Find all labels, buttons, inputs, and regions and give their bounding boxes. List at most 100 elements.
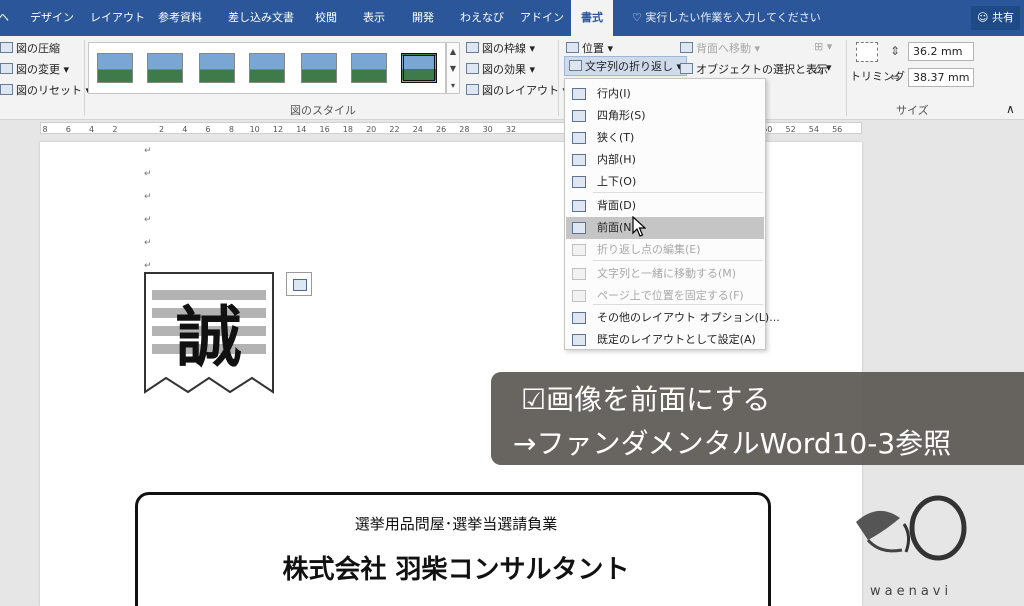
tutorial-caption: ☑画像を前面にする →ファンダメンタルWord10-3参照 xyxy=(491,372,1024,465)
wrap-menu-label: 行内(I) xyxy=(597,87,631,100)
caption-line2: →ファンダメンタルWord10-3参照 xyxy=(513,427,952,460)
wrap-menu-item[interactable]: 狭く(T) xyxy=(566,127,764,149)
wrap-menu-label: 文字列と一緒に移動する(M) xyxy=(597,267,737,280)
style-thumbnail-selected[interactable] xyxy=(401,53,437,83)
tab-item[interactable]: 開発 xyxy=(412,0,434,36)
wrap-option-icon xyxy=(572,222,586,234)
wrap-option-icon xyxy=(572,88,586,100)
business-subtitle: 選挙用品問屋･選挙当選請負業 xyxy=(354,515,558,533)
wrap-menu-item: 文字列と一緒に移動する(M) xyxy=(566,263,764,285)
wrap-menu-label: その他のレイアウト オプション(L)... xyxy=(597,311,780,324)
gallery-scroll[interactable]: ▲ ▼ ▾ xyxy=(446,42,460,94)
ruler-number: 8 xyxy=(42,125,48,134)
wrap-menu-item: ページ上で位置を固定する(F) xyxy=(566,285,764,307)
bring-forward-button[interactable]: 背面へ移動 ▾ xyxy=(680,40,760,56)
layout-options-button[interactable] xyxy=(286,272,312,296)
tab-item[interactable]: アドイン xyxy=(520,0,564,36)
ruler-number: 20 xyxy=(366,125,377,134)
style-thumbnail[interactable] xyxy=(199,53,235,83)
picture-border-button[interactable]: 図の枠線 ▾ xyxy=(466,40,535,56)
style-thumbnail[interactable] xyxy=(97,53,133,83)
tab-item[interactable]: 校閲 xyxy=(315,0,337,36)
style-thumbnail[interactable] xyxy=(147,53,183,83)
position-button[interactable]: 位置 ▾ xyxy=(566,40,613,56)
tell-me-search[interactable]: ♡ 実行したい作業を入力してください xyxy=(632,0,821,36)
wrap-menu-item[interactable]: 前面(N) xyxy=(566,217,764,239)
ribbon-format: 図の圧縮 図の変更 ▾ 図のリセット ▾ ▲ ▼ ▾ 図のスタイル 図の枠線 ▾ 図… xyxy=(0,36,1024,120)
tab-format[interactable]: 書式 xyxy=(571,0,613,36)
group-divider xyxy=(558,40,559,116)
width-field[interactable]: 38.37 mm xyxy=(908,68,974,87)
ruler-number: 18 xyxy=(342,125,353,134)
ruler-number: 8 xyxy=(228,125,234,134)
ruler-number: 6 xyxy=(205,125,211,134)
picture-effects-button[interactable]: 図の効果 ▾ xyxy=(466,61,535,77)
paragraph-mark: ↵ xyxy=(144,238,152,248)
tab-item[interactable]: 差し込み文書 xyxy=(228,0,294,36)
share-button[interactable]: ☺ 共有 xyxy=(971,6,1020,30)
size-label: サイズ xyxy=(896,104,929,117)
ruler-number: 10 xyxy=(249,125,260,134)
change-picture-button[interactable]: 図の変更 ▾ xyxy=(0,61,69,77)
ruler-number: 2 xyxy=(112,125,118,134)
group-divider xyxy=(84,40,85,116)
wrap-menu-item[interactable]: 既定のレイアウトとして設定(A) xyxy=(566,329,764,351)
crop-icon[interactable] xyxy=(856,42,878,62)
ruler-number: 4 xyxy=(89,125,95,134)
wrap-menu-item[interactable]: その他のレイアウト オプション(L)... xyxy=(566,307,780,329)
selection-pane-icon xyxy=(680,63,693,74)
ruler-number: 30 xyxy=(482,125,493,134)
selection-pane-button[interactable]: オブジェクトの選択と表示 xyxy=(680,61,828,77)
wrap-menu-item[interactable]: 内部(H) xyxy=(566,149,764,171)
wrap-menu-item[interactable]: 行内(I) xyxy=(566,83,764,105)
ruler-number: 6 xyxy=(65,125,71,134)
wrap-option-icon xyxy=(572,244,586,256)
tab-item[interactable]: 参考資料 xyxy=(158,0,202,36)
wrap-menu-label: 既定のレイアウトとして設定(A) xyxy=(597,333,756,346)
mouse-cursor-icon xyxy=(632,216,646,237)
wrap-menu-label: 内部(H) xyxy=(597,153,636,166)
border-icon xyxy=(466,42,479,53)
picture-styles-gallery[interactable] xyxy=(88,42,446,94)
ruler-number: 2 xyxy=(158,125,165,134)
tab-item[interactable]: ヘ xyxy=(0,0,9,36)
compress-pictures-button[interactable]: 図の圧縮 xyxy=(0,40,60,56)
collapse-ribbon-icon[interactable]: ∧ xyxy=(1006,102,1015,116)
tab-item[interactable]: レイアウト xyxy=(90,0,145,36)
caption-line1: ☑画像を前面にする xyxy=(521,383,771,416)
ribbon-tab-bar: ヘデザイン レイアウト 参考資料 差し込み文書 校閲 表示 開発 わえなび アドイン 書式 ♡ … xyxy=(0,0,1024,36)
tab-item[interactable]: デザイン xyxy=(30,0,74,36)
ruler-number: 12 xyxy=(272,125,284,134)
style-thumbnail[interactable] xyxy=(351,53,387,83)
ruler-number: 52 xyxy=(785,125,796,134)
wrap-menu-item[interactable]: 背面(D) xyxy=(566,195,764,217)
banner-image[interactable]: 誠 xyxy=(144,272,274,394)
compress-icon xyxy=(0,42,13,53)
style-thumbnail[interactable] xyxy=(249,53,285,83)
paragraph-mark: ↵ xyxy=(144,215,152,225)
wrap-menu-item[interactable]: 四角形(S) xyxy=(566,105,764,127)
wrap-menu-item[interactable]: 上下(O) xyxy=(566,171,764,193)
wrap-text-icon xyxy=(569,60,582,71)
tab-item[interactable]: わえなび xyxy=(460,0,504,36)
width-icon: ⇔ xyxy=(890,70,901,84)
logo-text: waenavi xyxy=(870,584,953,599)
paragraph-mark: ↵ xyxy=(144,169,152,179)
rotate-icon[interactable]: △ ▾ xyxy=(814,61,831,74)
change-picture-icon xyxy=(0,63,13,74)
wrap-text-button[interactable]: 文字列の折り返し ▾ xyxy=(564,56,688,76)
wrap-option-icon xyxy=(572,176,586,188)
wrap-menu-label: 背面(D) xyxy=(597,199,637,212)
paragraph-mark: ↵ xyxy=(144,192,152,202)
wrap-menu-label: 前面(N) xyxy=(597,221,636,234)
align-icon[interactable]: ⊞ ▾ xyxy=(814,40,832,53)
height-field[interactable]: 36.2 mm xyxy=(908,42,974,61)
reset-picture-button[interactable]: 図のリセット ▾ xyxy=(0,82,91,98)
style-thumbnail[interactable] xyxy=(301,53,337,83)
picture-layout-button[interactable]: 図のレイアウト ▾ xyxy=(466,82,568,98)
tab-item[interactable]: 表示 xyxy=(363,0,385,36)
waenavi-logo xyxy=(856,495,967,561)
wrap-option-icon xyxy=(572,154,586,166)
ruler-number: 22 xyxy=(389,125,400,134)
reset-icon xyxy=(0,84,13,95)
